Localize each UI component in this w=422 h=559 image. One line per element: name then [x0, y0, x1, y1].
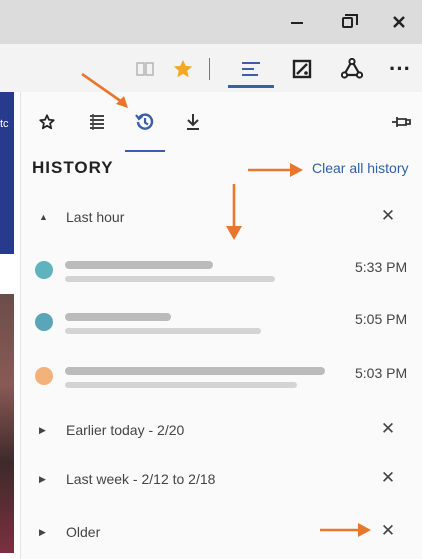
reading-view-button[interactable] [130, 54, 160, 84]
annotation-arrow-down [226, 184, 242, 240]
blurred-page-url [65, 382, 297, 388]
delete-group-button[interactable]: ✕ [377, 468, 399, 490]
more-icon: ··· [389, 56, 411, 81]
downloads-icon [187, 114, 199, 130]
favorite-star-icon [173, 59, 193, 78]
blurred-page-url [65, 276, 275, 282]
delete-group-button[interactable]: ✕ [377, 521, 399, 543]
browser-toolbar: ··· [0, 44, 422, 92]
annotation-arrow-clear-all [248, 163, 303, 177]
expand-triangle-icon: ▶ [39, 474, 46, 484]
close-icon [393, 16, 405, 28]
panel-title: HISTORY [32, 158, 114, 177]
restore-button[interactable] [332, 8, 362, 36]
group-label: Last week - 2/12 to 2/18 [66, 471, 216, 487]
history-group-earlier-today[interactable]: ▶ Earlier today - 2/20 ✕ [21, 415, 422, 449]
tab-favorites[interactable] [31, 106, 63, 138]
group-label: Older [66, 524, 101, 540]
site-favicon [35, 261, 53, 279]
share-icon [341, 58, 363, 79]
blurred-page-title [65, 367, 325, 375]
page-background-text: tc [0, 118, 9, 130]
close-window-button[interactable] [384, 8, 414, 36]
hub-active-indicator [228, 85, 274, 88]
minimize-icon [291, 22, 303, 24]
web-note-icon [292, 59, 312, 79]
hub-panel: HISTORY Clear all history ▲ Last hour ✕ … [20, 92, 422, 559]
annotation-arrow-history-tab [81, 72, 128, 108]
hub-icon [242, 62, 260, 76]
favorites-icon [39, 114, 55, 130]
delete-group-button[interactable]: ✕ [377, 206, 399, 228]
page-background-banner [0, 92, 14, 254]
tab-downloads[interactable] [177, 106, 209, 138]
history-icon [135, 113, 154, 130]
reading-view-icon [136, 62, 154, 76]
visit-time: 5:33 PM [355, 259, 408, 275]
history-group-last-week[interactable]: ▶ Last week - 2/12 to 2/18 ✕ [21, 464, 422, 498]
expand-triangle-icon: ▶ [39, 527, 46, 537]
history-entry[interactable]: 5:03 PM [21, 358, 422, 400]
collapse-triangle-icon: ▲ [39, 212, 48, 222]
more-button[interactable]: ··· [385, 54, 415, 84]
visit-time: 5:05 PM [355, 311, 408, 327]
title-bar [0, 0, 422, 44]
add-favorite-button[interactable] [168, 54, 198, 84]
blurred-page-url [65, 328, 261, 334]
delete-group-button[interactable]: ✕ [377, 419, 399, 441]
blurred-page-title [65, 313, 171, 321]
toolbar-separator [209, 58, 210, 80]
share-button[interactable] [337, 54, 367, 84]
annotation-arrow-older-delete [320, 523, 371, 537]
site-favicon [35, 313, 53, 331]
blurred-page-title [65, 261, 213, 269]
history-entry[interactable]: 5:05 PM [21, 304, 422, 346]
visit-time: 5:03 PM [355, 365, 408, 381]
group-label: Earlier today - 2/20 [66, 422, 185, 438]
web-note-button[interactable] [287, 54, 317, 84]
reading-list-icon [90, 114, 104, 130]
pin-icon [392, 117, 411, 127]
minimize-button[interactable] [282, 8, 312, 36]
page-background-photo [0, 294, 14, 553]
restore-icon [341, 13, 358, 28]
history-entry[interactable]: 5:33 PM [21, 252, 422, 294]
expand-triangle-icon: ▶ [39, 425, 46, 435]
clear-all-history-link[interactable]: Clear all history [312, 160, 408, 176]
hub-button[interactable] [236, 54, 266, 84]
pin-pane-button[interactable] [385, 106, 417, 138]
site-favicon [35, 367, 53, 385]
tab-active-indicator [125, 150, 165, 152]
group-label: Last hour [66, 209, 125, 225]
